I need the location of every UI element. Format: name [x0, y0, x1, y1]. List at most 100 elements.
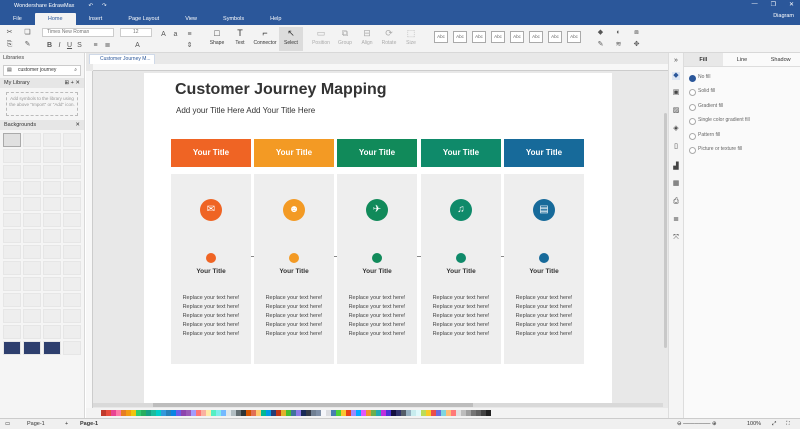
bold-icon[interactable]: B — [46, 42, 53, 49]
background-thumb[interactable] — [3, 293, 21, 307]
style-preset-8[interactable]: Abc — [567, 31, 581, 43]
cut-icon[interactable]: ✂ — [6, 29, 13, 36]
background-thumb[interactable] — [63, 149, 81, 163]
rotate-tool[interactable]: ⟳ Rotate — [377, 27, 401, 51]
arrange-icon[interactable]: ⧈ — [633, 29, 640, 36]
drawing-page[interactable]: Customer Journey Mapping Add your Title … — [144, 73, 612, 403]
column-text[interactable]: Replace your text here! Replace your text… — [337, 294, 417, 339]
column-body[interactable]: ♫ Your Title Replace your text here! Repl… — [421, 174, 501, 364]
column-text[interactable]: Replace your text here! Replace your text… — [254, 294, 334, 339]
italic-icon[interactable]: I — [56, 42, 63, 49]
library-search-input[interactable]: ▤ customer journey ⌕ — [3, 65, 81, 76]
background-thumb[interactable] — [23, 181, 41, 195]
horizontal-scrollbar[interactable] — [93, 403, 663, 407]
document-icon[interactable]: ▯ — [672, 143, 680, 151]
music-icon[interactable]: ♫ — [450, 199, 472, 221]
background-thumb[interactable] — [43, 133, 61, 147]
text-tool[interactable]: T Text — [228, 27, 252, 51]
tab-file[interactable]: File — [0, 13, 35, 25]
style-preset-6[interactable]: Abc — [529, 31, 543, 43]
backgrounds-section[interactable]: Backgrounds ✕ — [0, 120, 84, 130]
column-header[interactable]: Your Title — [171, 139, 251, 167]
column-body[interactable]: ✉ Your Title Replace your text here! Repl… — [171, 174, 251, 364]
column-body[interactable]: ☻ Your Title Replace your text here! Repl… — [254, 174, 334, 364]
fill-option-single-gradient[interactable]: Single color gradient fill — [689, 117, 750, 125]
background-thumb[interactable] — [43, 149, 61, 163]
search-icon[interactable]: ⌕ — [74, 66, 77, 75]
close-button[interactable]: ✕ — [789, 1, 794, 8]
journey-column-4[interactable]: Your Title ♫ Your Title Replace your tex… — [421, 139, 501, 364]
minimize-button[interactable]: — — [752, 1, 758, 8]
style-preset-7[interactable]: Abc — [548, 31, 562, 43]
library-actions-icon[interactable]: ⊞ + ✕ — [65, 78, 81, 88]
timeline-dot[interactable] — [289, 253, 299, 263]
background-thumb[interactable] — [3, 181, 21, 195]
diagram-subtitle[interactable]: Add your Title Here Add Your Title Here — [176, 106, 315, 115]
style-preset-5[interactable]: Abc — [510, 31, 524, 43]
background-thumb[interactable] — [3, 341, 21, 355]
column-header[interactable]: Your Title — [504, 139, 584, 167]
background-thumb[interactable] — [63, 325, 81, 339]
column-body[interactable]: ✈ Your Title Replace your text here! Repl… — [337, 174, 417, 364]
group-tool[interactable]: ⧉ Group — [333, 27, 357, 51]
timeline-dot[interactable] — [456, 253, 466, 263]
collapse-panel-icon[interactable]: » — [672, 57, 680, 65]
background-thumb[interactable] — [3, 133, 21, 147]
background-thumb[interactable] — [63, 341, 81, 355]
outline-icon[interactable]: ≣ — [672, 216, 680, 224]
timeline-dot[interactable] — [372, 253, 382, 263]
tab-symbols[interactable]: Symbols — [210, 13, 257, 25]
line-color-icon[interactable]: ✎ — [597, 41, 604, 48]
background-thumb[interactable] — [3, 213, 21, 227]
background-thumb[interactable] — [23, 133, 41, 147]
background-thumb[interactable] — [3, 309, 21, 323]
background-thumb[interactable] — [43, 277, 61, 291]
palette-swatch[interactable] — [486, 410, 491, 416]
bullets-icon[interactable]: ≡ — [92, 42, 99, 49]
position-tool[interactable]: ▭ Position — [309, 27, 333, 51]
journey-column-5[interactable]: Your Title ▤ Your Title Replace your tex… — [504, 139, 584, 364]
background-thumb[interactable] — [3, 325, 21, 339]
page-layout-icon[interactable]: ▭ — [5, 419, 10, 429]
document-tab[interactable]: Customer Journey M... — [89, 54, 155, 64]
column-header[interactable]: Your Title — [337, 139, 417, 167]
diagram-title[interactable]: Customer Journey Mapping — [175, 81, 387, 99]
background-thumb[interactable] — [63, 293, 81, 307]
tab-line[interactable]: Line — [723, 53, 762, 66]
background-thumb[interactable] — [3, 229, 21, 243]
image-icon[interactable]: ▨ — [672, 107, 680, 115]
background-thumb[interactable] — [43, 245, 61, 259]
background-thumb[interactable] — [23, 213, 41, 227]
background-thumb[interactable] — [43, 325, 61, 339]
export-icon[interactable]: ⎙ — [672, 198, 680, 206]
background-thumb[interactable] — [23, 293, 41, 307]
column-header[interactable]: Your Title — [421, 139, 501, 167]
zoom-slider[interactable]: ⊖ ─────── ⊕ — [677, 419, 717, 429]
background-thumb[interactable] — [63, 197, 81, 211]
background-thumb[interactable] — [23, 341, 41, 355]
tab-home[interactable]: Home — [34, 13, 76, 25]
zoom-level[interactable]: 100% — [747, 419, 761, 429]
background-thumb[interactable] — [23, 229, 41, 243]
style-preset-3[interactable]: Abc — [472, 31, 486, 43]
paste-icon[interactable]: ⎘ — [6, 41, 13, 48]
text-align-icon[interactable]: ≣ — [104, 42, 111, 49]
background-thumb[interactable] — [63, 309, 81, 323]
tab-insert[interactable]: Insert — [76, 13, 116, 25]
column-body[interactable]: ▤ Your Title Replace your text here! Repl… — [504, 174, 584, 364]
style-preset-1[interactable]: Abc — [434, 31, 448, 43]
add-page-button[interactable]: + — [65, 419, 68, 429]
fill-option-picture[interactable]: Picture or texture fill — [689, 146, 742, 154]
column-subtitle[interactable]: Your Title — [421, 268, 501, 275]
tab-shadow[interactable]: Shadow — [761, 53, 800, 66]
timeline-dot[interactable] — [539, 253, 549, 263]
background-thumb[interactable] — [3, 197, 21, 211]
background-thumb[interactable] — [23, 245, 41, 259]
select-tool[interactable]: ↖ Select — [279, 27, 303, 51]
decrease-font-icon[interactable]: a — [172, 31, 179, 38]
column-subtitle[interactable]: Your Title — [504, 268, 584, 275]
chart-icon[interactable]: ▟ — [672, 163, 680, 171]
background-thumb[interactable] — [63, 229, 81, 243]
horizontal-scroll-thumb[interactable] — [153, 403, 473, 407]
font-size-select[interactable]: 12 — [120, 28, 152, 37]
